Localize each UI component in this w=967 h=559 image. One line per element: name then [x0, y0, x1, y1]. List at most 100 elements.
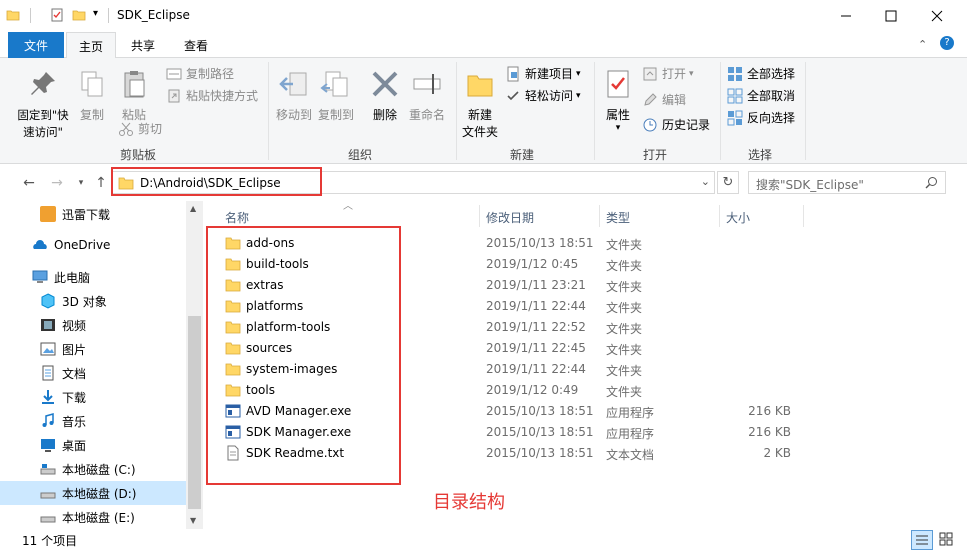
drive-icon: [40, 492, 56, 499]
help-icon[interactable]: ?: [940, 36, 954, 50]
sidebar-item-desktop[interactable]: 桌面: [0, 433, 186, 457]
copy-path-icon: [166, 68, 182, 79]
ribbon: 固定到"快 速访问" 复制 粘贴 复制路径 粘贴快捷方式 剪切 剪贴板 移动到 …: [0, 58, 967, 164]
sidebar-item-drive-c[interactable]: 本地磁盘 (C:): [0, 457, 186, 481]
copy-button[interactable]: 复制: [76, 68, 108, 124]
ribbon-tabs: 文件 主页 共享 查看 ⌃ ?: [0, 32, 967, 59]
sidebar-item-music[interactable]: 音乐: [0, 409, 186, 433]
forward-arrow-icon: →: [51, 175, 63, 191]
properties-icon[interactable]: [50, 8, 64, 22]
file-date: 2019/1/11 22:44: [486, 299, 586, 313]
move-to-label: 移动到: [275, 108, 312, 122]
search-box[interactable]: 搜索"SDK_Eclipse": [748, 171, 946, 194]
sidebar-item-drive-e[interactable]: 本地磁盘 (E:): [0, 505, 186, 529]
column-header-row: ︿ 名称 修改日期 类型 大小: [203, 201, 967, 227]
sidebar-item-documents[interactable]: 文档: [0, 361, 186, 385]
invert-selection-button[interactable]: 反向选择: [727, 109, 795, 126]
divider: [30, 8, 31, 23]
sidebar-item-3d-objects[interactable]: 3D 对象: [0, 289, 186, 313]
maximize-button[interactable]: [868, 0, 914, 31]
sidebar-item-this-pc[interactable]: 此电脑: [0, 265, 186, 289]
open-button[interactable]: 打开 ▾: [642, 65, 694, 82]
move-to-button[interactable]: 移动到: [274, 68, 314, 124]
refresh-button[interactable]: ↻: [717, 171, 739, 194]
sidebar-item-downloads[interactable]: 下载: [0, 385, 186, 409]
column-header-name[interactable]: 名称: [225, 209, 249, 226]
onedrive-icon: [33, 240, 47, 249]
sidebar-item-pictures[interactable]: 图片: [0, 337, 186, 361]
divider: [805, 62, 806, 160]
sidebar-scrollbar[interactable]: ▲ ▼: [186, 201, 203, 529]
paste-button[interactable]: 粘贴: [118, 68, 150, 124]
file-size: 2 KB: [763, 446, 791, 460]
file-type: 文件夹: [606, 343, 643, 357]
delete-button[interactable]: 删除: [368, 68, 402, 124]
forward-button[interactable]: →: [46, 172, 68, 194]
new-folder-label: 新建 文件夹: [462, 108, 499, 139]
minimize-button[interactable]: [823, 0, 869, 31]
file-type: 文件夹: [606, 280, 643, 294]
select-all-icon: [728, 66, 742, 81]
column-header-size[interactable]: 大小: [726, 209, 750, 226]
scroll-down-icon[interactable]: ▼: [190, 516, 196, 525]
maximize-icon: [885, 10, 897, 21]
sidebar-item-videos[interactable]: 视频: [0, 313, 186, 337]
file-date: 2019/1/11 22:44: [486, 362, 586, 376]
tab-share[interactable]: 共享: [120, 32, 166, 58]
large-icons-view-button[interactable]: [936, 530, 958, 550]
chevron-down-icon: ▾: [615, 123, 621, 133]
tab-file[interactable]: 文件: [8, 32, 64, 58]
copy-to-button[interactable]: 复制到: [316, 68, 356, 124]
file-size: 216 KB: [748, 425, 791, 439]
pictures-icon: [40, 342, 56, 356]
status-bar: 11 个项目: [0, 529, 967, 551]
sidebar-item-label: 此电脑: [54, 270, 91, 285]
select-none-button[interactable]: 全部取消: [727, 87, 795, 104]
chevron-down-icon: ▾: [78, 178, 84, 188]
scroll-up-icon[interactable]: ▲: [190, 204, 196, 213]
column-header-date[interactable]: 修改日期: [486, 209, 534, 226]
documents-icon: [42, 365, 54, 381]
history-button[interactable]: 历史记录: [642, 116, 710, 133]
divider: [803, 205, 804, 227]
sidebar-item-onedrive[interactable]: OneDrive: [0, 233, 186, 257]
column-header-type[interactable]: 类型: [606, 209, 630, 226]
new-folder-button[interactable]: 新建 文件夹: [462, 68, 498, 141]
recent-locations-button[interactable]: ▾: [70, 172, 92, 194]
edit-button[interactable]: 编辑: [642, 91, 686, 108]
file-type: 文件夹: [606, 364, 643, 378]
copy-label: 复制: [79, 108, 104, 122]
properties-button[interactable]: 属性 ▾: [600, 68, 636, 133]
paste-shortcut-button[interactable]: 粘贴快捷方式: [166, 87, 258, 104]
close-button[interactable]: [914, 0, 960, 31]
chevron-down-icon: ▾: [576, 90, 581, 101]
select-all-button[interactable]: 全部选择: [727, 65, 795, 82]
file-date: 2019/1/11 22:45: [486, 341, 586, 355]
file-size: 216 KB: [748, 404, 791, 418]
back-button[interactable]: ←: [18, 172, 40, 194]
collapse-ribbon-icon[interactable]: ⌃: [918, 38, 927, 51]
pin-quick-access-button[interactable]: 固定到"快 速访问": [14, 68, 72, 141]
details-view-icon: [916, 535, 928, 545]
sidebar-item-thunder[interactable]: 迅雷下载: [0, 202, 186, 226]
downloads-icon: [42, 390, 54, 404]
file-date: 2019/1/11 22:52: [486, 320, 586, 334]
cut-button[interactable]: 剪切: [118, 120, 162, 137]
new-folder-icon: [467, 75, 493, 97]
tab-view[interactable]: 查看: [170, 32, 222, 58]
new-item-button[interactable]: 新建项目 ▾: [505, 65, 581, 82]
tab-home[interactable]: 主页: [66, 32, 116, 59]
easy-access-button[interactable]: 轻松访问 ▾: [505, 87, 581, 104]
new-folder-icon[interactable]: [72, 8, 86, 22]
sidebar-item-drive-d[interactable]: 本地磁盘 (D:): [0, 481, 186, 505]
up-button[interactable]: ↑: [90, 172, 112, 194]
scrollbar-thumb[interactable]: [188, 316, 201, 509]
qat-dropdown-icon[interactable]: ▾: [93, 8, 98, 19]
chevron-down-icon[interactable]: ⌄: [701, 175, 710, 188]
copy-icon: [81, 71, 103, 97]
rename-button[interactable]: 重命名: [406, 68, 448, 124]
scissors-icon: [119, 122, 133, 136]
easy-access-icon: [507, 90, 519, 100]
details-view-button[interactable]: [911, 530, 933, 550]
copy-path-button[interactable]: 复制路径: [166, 65, 234, 82]
